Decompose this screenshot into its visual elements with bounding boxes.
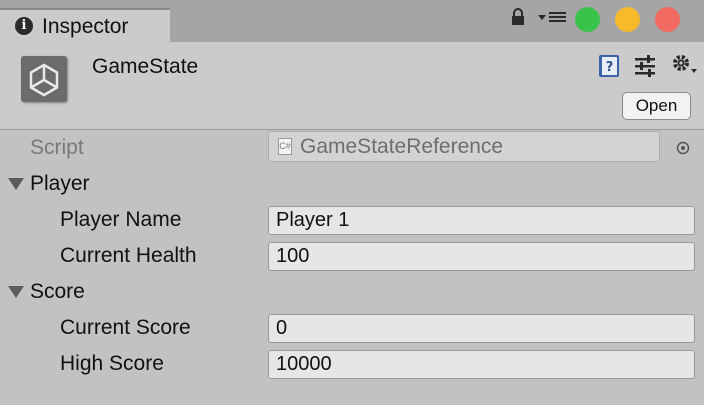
gear-icon[interactable] [670,52,698,78]
script-row: Script C# GameStateReference [0,130,704,166]
field-row-high-score: High Score 10000 [0,346,704,382]
tab-bar: i Inspector [0,0,704,42]
field-label: Current Score [60,316,191,339]
info-icon: i [15,17,33,35]
section-title: Score [30,280,85,303]
high-score-input[interactable]: 10000 [268,350,695,379]
presets-icon[interactable] [633,54,657,78]
foldout-arrow-icon[interactable] [8,286,24,298]
field-row-current-score: Current Score 0 [0,310,704,346]
script-label: Script [30,136,84,159]
object-name: GameState [92,55,199,78]
script-field[interactable]: C# GameStateReference [268,131,660,162]
field-row-current-health: Current Health 100 [0,238,704,274]
script-value: GameStateReference [300,135,504,158]
tab-menu-icon[interactable] [538,9,568,25]
tab-inspector[interactable]: i Inspector [0,8,170,42]
section-header-player[interactable]: Player [0,166,704,202]
minimize-window-button[interactable] [615,7,640,32]
current-health-input[interactable]: 100 [268,242,695,271]
field-row-player-name: Player Name Player 1 [0,202,704,238]
object-picker-icon[interactable] [676,141,690,155]
field-label: High Score [60,352,164,375]
player-name-input[interactable]: Player 1 [268,206,695,235]
section-header-score[interactable]: Score [0,274,704,310]
section-title: Player [30,172,90,195]
open-button[interactable]: Open [622,92,691,120]
field-label: Current Health [60,244,197,267]
help-book-icon[interactable]: ? [597,54,621,78]
current-score-input[interactable]: 0 [268,314,695,343]
scriptable-object-icon [21,56,67,102]
lock-icon[interactable] [510,8,526,26]
foldout-arrow-icon[interactable] [8,178,24,190]
tab-label: Inspector [42,15,129,38]
zoom-window-button[interactable] [575,7,600,32]
field-label: Player Name [60,208,182,231]
svg-text:?: ? [606,60,614,75]
inspector-header: GameState ? Open [0,42,704,130]
close-window-button[interactable] [655,7,680,32]
csharp-file-icon: C# [278,138,292,155]
